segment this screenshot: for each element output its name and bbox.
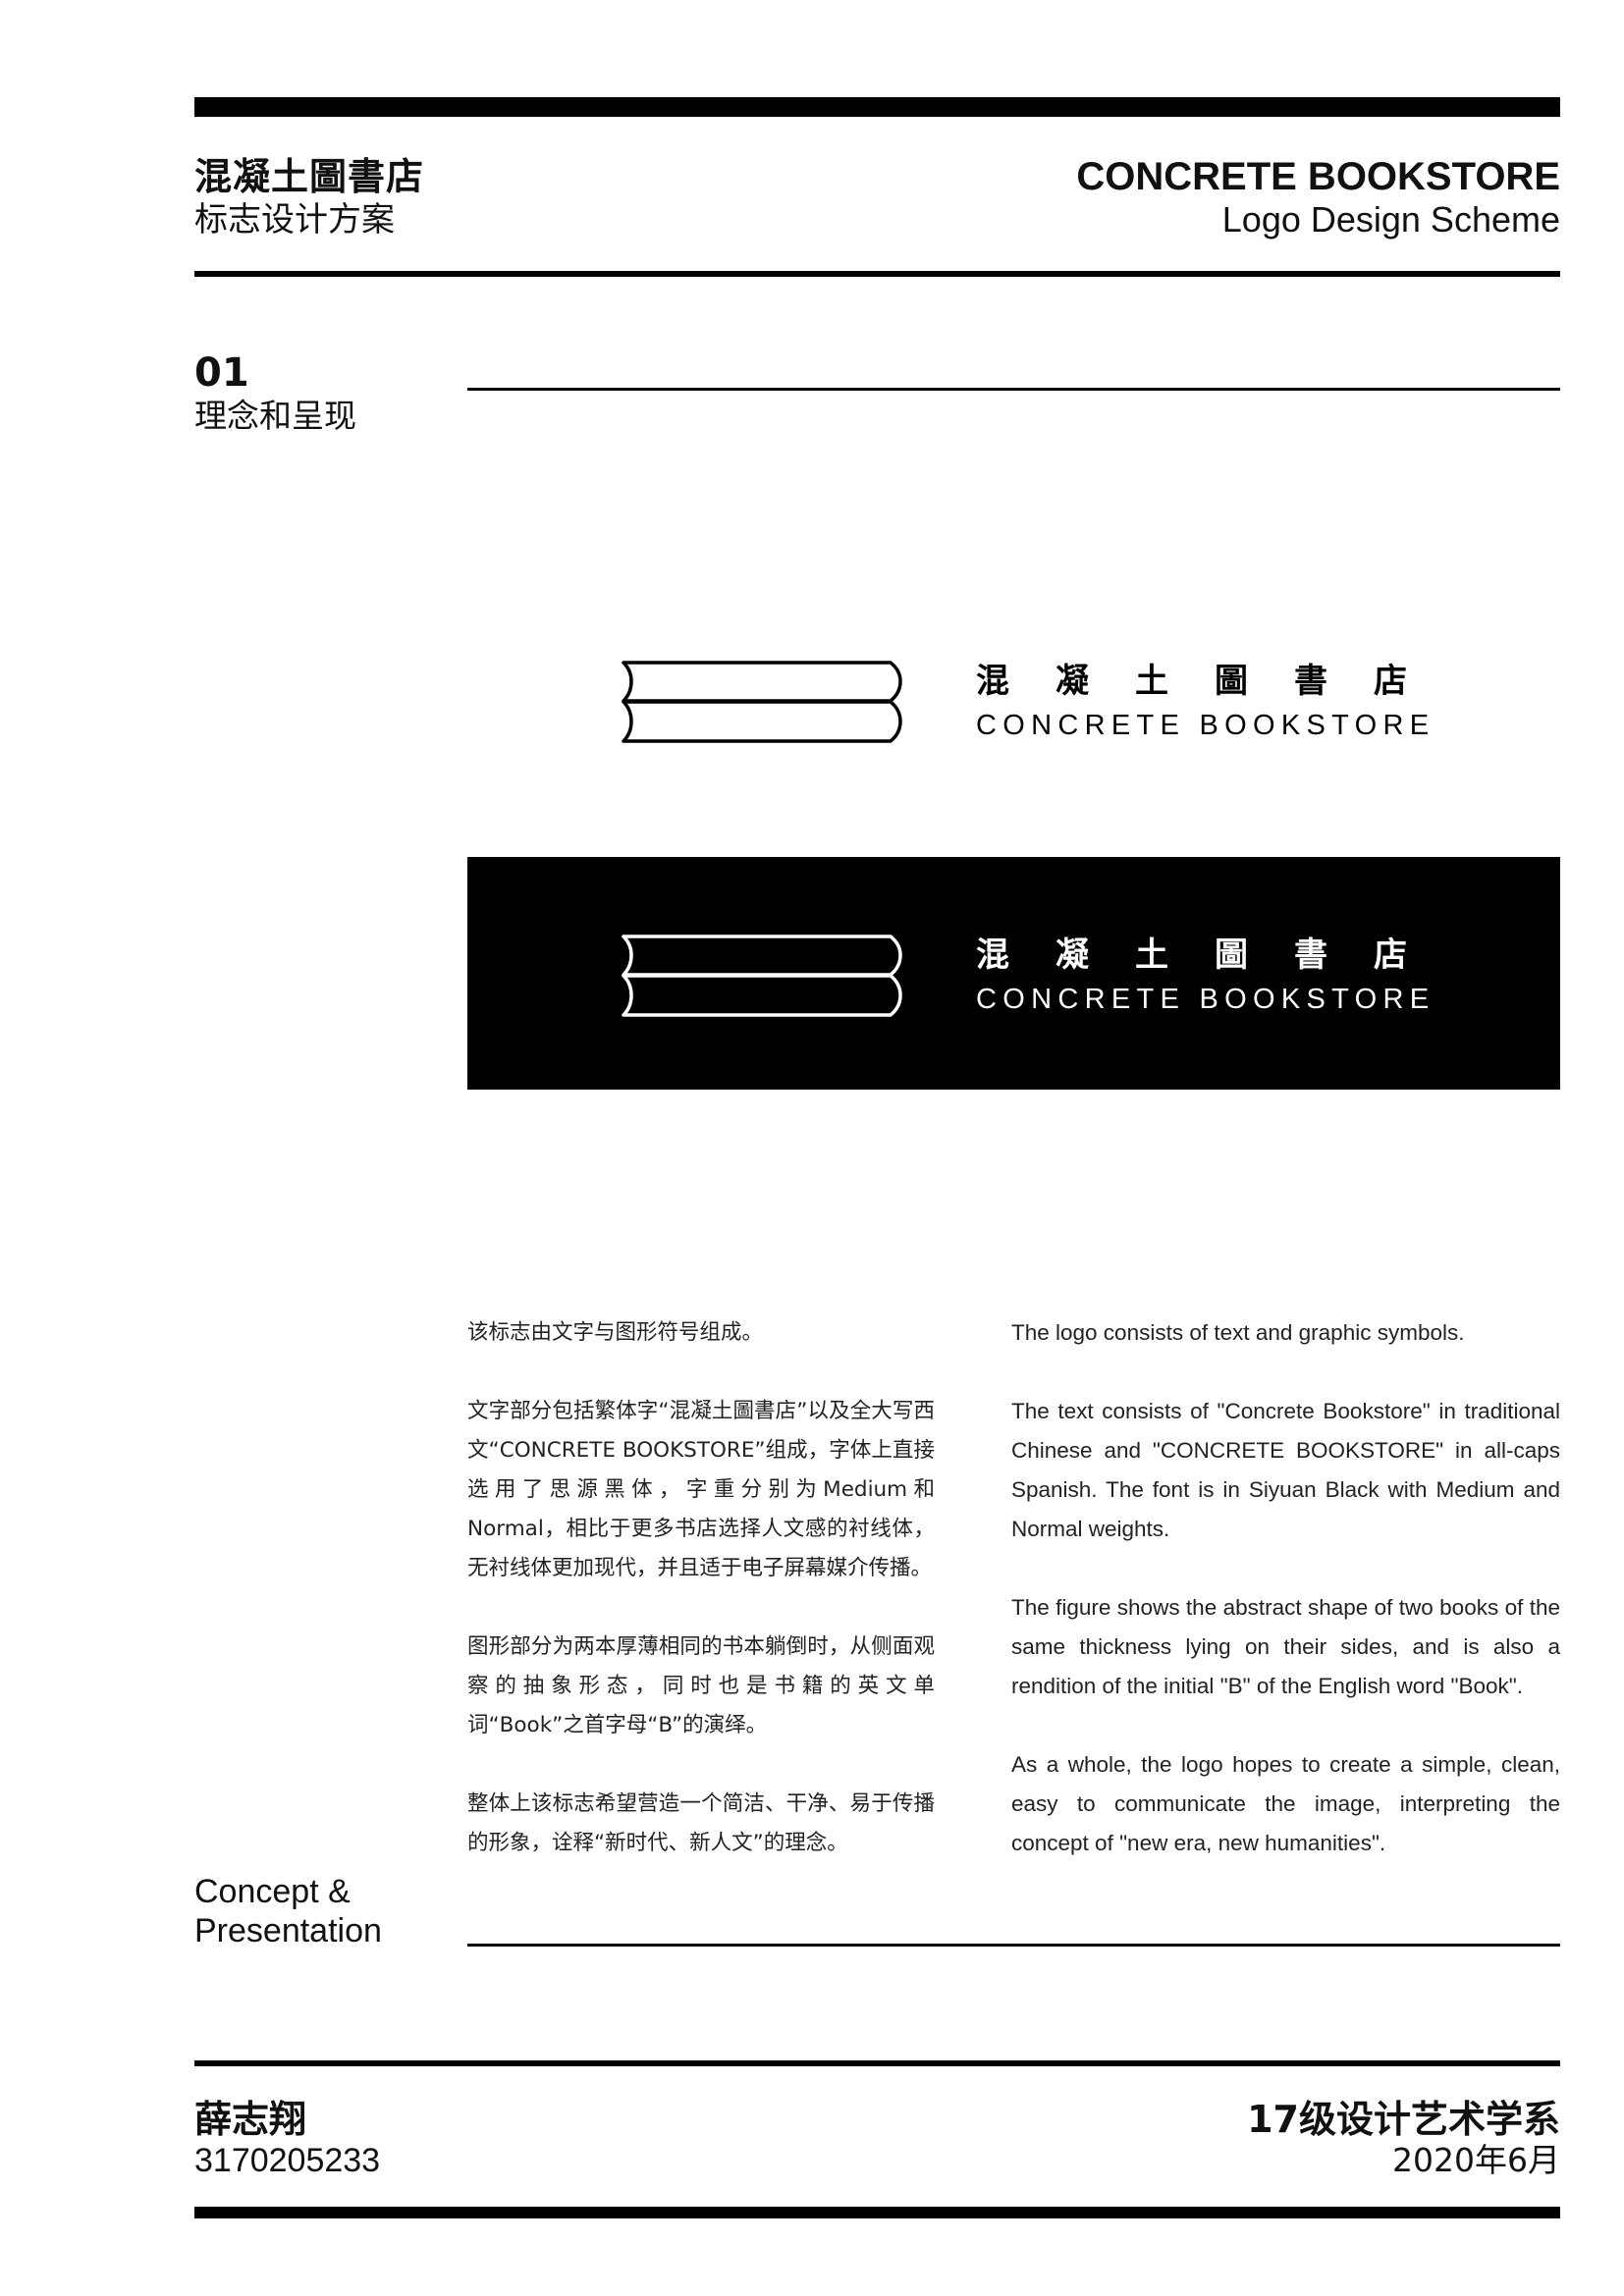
body-text-cn: 该标志由文字与图形符号组成。 文字部分包括繁体字“混凝土圖書店”以及全大写西文“…: [467, 1313, 935, 1902]
logo-name-en-inverse: CONCRETE BOOKSTORE: [976, 984, 1435, 1015]
header-title-en: CONCRETE BOOKSTORE: [1076, 155, 1560, 198]
logo-name-cn-inverse: 混凝土圖書店: [976, 935, 1453, 975]
date: 2020年6月: [1392, 2141, 1560, 2179]
two-books-icon: [622, 661, 902, 743]
body-text-en: The logo consists of text and graphic sy…: [1011, 1313, 1560, 1902]
section-title-en-line1: Concept &: [194, 1873, 351, 1910]
logo-light-version: 混凝土圖書店 CONCRETE BOOKSTORE: [467, 628, 1560, 775]
header-bottom-rule: [194, 271, 1560, 277]
footer-top-rule: [194, 2060, 1560, 2066]
header-left: 混凝土圖書店 标志设计方案: [194, 155, 424, 241]
body-en-paragraph: As a whole, the logo hopes to create a s…: [1011, 1752, 1560, 1855]
section-title-cn: 理念和呈现: [194, 397, 356, 435]
header-subtitle-en: Logo Design Scheme: [1221, 199, 1560, 240]
footer-left: 薛志翔 3170205233: [194, 2098, 380, 2180]
footer-right: 17级设计艺术学系 2020年6月: [1247, 2098, 1560, 2180]
body-cn-paragraph: 图形部分为两本厚薄相同的书本躺倒时，从侧面观察的抽象形态，同时也是书籍的英文单词…: [467, 1634, 935, 1737]
concept-rule: [467, 1944, 1560, 1947]
logo-wordmark: 混凝土圖書店 CONCRETE BOOKSTORE: [976, 662, 1453, 744]
body-cn-paragraph: 该标志由文字与图形符号组成。: [467, 1320, 764, 1345]
logo-name-cn: 混凝土圖書店: [976, 662, 1453, 701]
author-name: 薛志翔: [194, 2098, 307, 2141]
two-books-icon: [622, 934, 902, 1017]
section-title-en-line2: Presentation: [194, 1912, 382, 1949]
body-cn-paragraph: 整体上该标志希望营造一个简洁、干净、易于传播的形象，诠释“新时代、新人文”的理念…: [467, 1791, 935, 1855]
header-title-cn: 混凝土圖書店: [194, 155, 425, 198]
department: 17级设计艺术学系: [1247, 2098, 1560, 2141]
body-en-paragraph: The text consists of "Concrete Bookstore…: [1011, 1399, 1560, 1541]
logo-dark-version: 混凝土圖書店 CONCRETE BOOKSTORE: [467, 857, 1560, 1090]
body-en-paragraph: The logo consists of text and graphic sy…: [1011, 1320, 1465, 1345]
header-right: CONCRETE BOOKSTORE Logo Design Scheme: [1076, 155, 1560, 241]
body-cn-paragraph: 文字部分包括繁体字“混凝土圖書店”以及全大写西文“CONCRETE BOOKST…: [467, 1399, 935, 1580]
section-title-en: Concept & Presentation: [194, 1872, 382, 1950]
section-rule: [467, 388, 1560, 391]
section-number: 01: [194, 350, 249, 396]
body-en-paragraph: The figure shows the abstract shape of t…: [1011, 1595, 1560, 1698]
footer-bottom-rule: [194, 2207, 1560, 2218]
top-thick-rule: [194, 97, 1560, 117]
student-id: 3170205233: [194, 2142, 381, 2179]
header-subtitle-cn: 标志设计方案: [194, 200, 395, 240]
logo-name-en: CONCRETE BOOKSTORE: [976, 710, 1435, 741]
logo-wordmark-inverse: 混凝土圖書店 CONCRETE BOOKSTORE: [976, 935, 1453, 1018]
